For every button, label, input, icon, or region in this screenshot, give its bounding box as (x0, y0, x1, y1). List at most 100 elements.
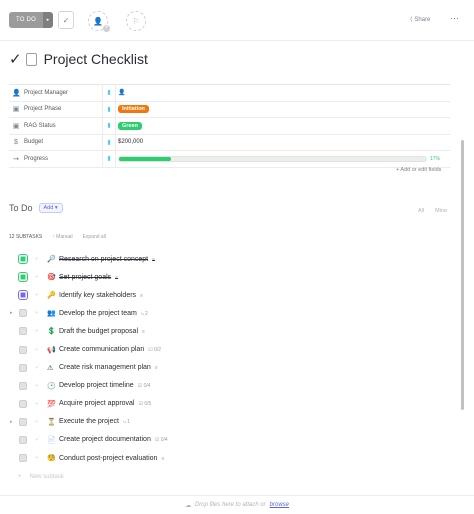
list-item[interactable]: ▸ ⑂ ⏳ Execute the project ⤷ 1 (0, 413, 460, 431)
task-name-text: Develop the project team (59, 309, 137, 317)
task-name[interactable]: Acquire project approval ☑ 0/5 (59, 400, 151, 407)
mark-complete-button[interactable]: ✓ (58, 11, 74, 29)
assignee-button[interactable]: 👤 + (88, 11, 110, 32)
status-square-icon[interactable] (19, 345, 27, 354)
checkbox-icon[interactable] (25, 52, 37, 66)
list-item[interactable]: ⑂ 💯 Acquire project approval ☑ 0/5 (0, 395, 460, 413)
subtask-branch-icon: ⑂ (35, 436, 39, 443)
task-name[interactable]: Create risk management plan ≡ (59, 364, 158, 371)
list-item[interactable]: ⑂ 🕑 Develop project timeline ☑ 0/4 (0, 377, 460, 395)
more-options-icon[interactable]: ⋯ (450, 13, 459, 24)
new-subtask-row[interactable]: + New subtask (18, 474, 64, 480)
next-status-arrow-icon[interactable]: ▸ (43, 12, 53, 28)
status-square-icon[interactable] (19, 363, 27, 372)
status-square-icon[interactable] (19, 273, 27, 282)
task-emoji-icon: ⚠ (47, 364, 54, 372)
task-emoji-icon: 🔑 (47, 292, 56, 300)
task-name[interactable]: Set project goals ≡ (59, 274, 118, 281)
share-button[interactable]: ⟨ Share (410, 16, 431, 24)
status-button[interactable]: TO DO ▸ (9, 12, 53, 28)
browse-link[interactable]: browse (270, 502, 289, 508)
task-emoji-icon: 💯 (47, 400, 56, 408)
status-square-icon[interactable] (19, 417, 27, 426)
list-item[interactable]: ⑂ 📄 Create project documentation ☑ 0/4 (0, 431, 460, 449)
sort-manual-button[interactable]: ↑ Manual (52, 234, 72, 240)
field-value-cell[interactable]: $200,000 (115, 134, 450, 150)
subtask-branch-icon: ⑂ (35, 364, 39, 371)
task-name-text: Create risk management plan (59, 364, 151, 372)
add-edit-fields-link[interactable]: + Add or edit fields (396, 167, 441, 173)
task-name[interactable]: Create communication plan ☑ 0/2 (59, 346, 161, 353)
field-name-cell: ⇝ Progress (9, 151, 103, 167)
field-info-icon: ▮ (107, 156, 111, 163)
expand-icon[interactable]: ▸ (10, 419, 13, 425)
page-title[interactable]: Project Checklist (44, 51, 148, 67)
status-label[interactable]: TO DO (9, 12, 43, 28)
field-value-cell[interactable]: Green (115, 118, 450, 134)
field-info-icon: ▮ (107, 106, 111, 113)
task-name[interactable]: Develop the project team ⤷ 2 (59, 310, 148, 317)
progress-fill (119, 156, 172, 161)
subtask-branch-icon: ⑂ (35, 418, 39, 425)
status-square-icon[interactable] (19, 291, 27, 300)
expand-all-button[interactable]: Expand all (83, 234, 106, 240)
status-square-icon[interactable] (19, 255, 27, 264)
field-name: Project Manager (24, 89, 69, 96)
status-square-icon[interactable] (19, 435, 27, 444)
task-meta: ≡ (140, 292, 143, 299)
list-item[interactable]: ⑂ ⚠ Create risk management plan ≡ (0, 359, 460, 377)
list-item[interactable]: ⑂ 💲 Draft the budget proposal ≡ (0, 322, 460, 340)
task-meta: ⤷ 2 (140, 310, 148, 317)
list-item[interactable]: ⑂ 📢 Create communication plan ☑ 0/2 (0, 340, 460, 358)
subtask-branch-icon: ⑂ (35, 382, 39, 389)
task-emoji-icon: 🔎 (47, 256, 56, 264)
task-name[interactable]: Execute the project ⤷ 1 (59, 418, 130, 425)
field-value[interactable]: $200,000 (118, 139, 143, 145)
field-pill[interactable]: Green (118, 121, 142, 130)
custom-fields-table: 👤 Project Manager ▮ 👤 ▣ Project Phase ▮ Initiat… (9, 84, 450, 168)
share-icon: ⟨ (410, 17, 413, 23)
field-row: ▣ RAG Status ▮ Green (9, 118, 450, 135)
task-name[interactable]: Develop project timeline ☑ 0/4 (59, 382, 151, 389)
priority-button[interactable]: ⚐ (126, 11, 146, 31)
task-name[interactable]: Draft the budget proposal ≡ (59, 328, 145, 335)
field-name: Project Phase (24, 106, 62, 113)
field-pill[interactable]: Initiation (118, 105, 149, 114)
list-item[interactable]: ⑂ 🧐 Conduct post-project evaluation ≡ (0, 449, 460, 467)
new-subtask-input[interactable]: New subtask (30, 474, 64, 480)
task-emoji-icon: 📢 (47, 346, 56, 354)
cloud-upload-icon: ☁ (184, 502, 191, 509)
status-square-icon[interactable] (19, 381, 27, 390)
add-button[interactable]: Add ▾ (38, 203, 63, 213)
list-item[interactable]: ⑂ 🔑 Identify key stakeholders ≡ (0, 286, 460, 304)
task-emoji-icon: 📄 (47, 436, 56, 444)
field-value-cell[interactable]: 👤 (115, 85, 450, 101)
task-name[interactable]: Conduct post-project evaluation ≡ (59, 455, 164, 462)
task-name[interactable]: Identify key stakeholders ≡ (59, 292, 143, 299)
scrollbar[interactable] (461, 140, 464, 410)
status-square-icon[interactable] (19, 327, 27, 336)
filter-mine[interactable]: Mine (435, 208, 447, 214)
task-name-text: Draft the budget proposal (59, 327, 138, 335)
status-square-icon[interactable] (19, 454, 27, 463)
field-info-icon: ▮ (107, 90, 111, 97)
task-name[interactable]: Research on project concept ≡ (59, 256, 155, 263)
field-value-cell[interactable]: 17% (115, 151, 450, 167)
subtask-branch-icon: ⑂ (35, 328, 39, 335)
task-meta: ≡ (154, 365, 158, 372)
list-item[interactable]: ⑂ 🎯 Set project goals ≡ (0, 268, 460, 286)
share-label: Share (414, 16, 431, 23)
field-name: Progress (24, 155, 49, 162)
list-item[interactable]: ▸ ⑂ 👥 Develop the project team ⤷ 2 (0, 304, 460, 322)
field-type-icon: ⇝ (13, 155, 19, 163)
status-square-icon[interactable] (19, 399, 27, 408)
task-name[interactable]: Create project documentation ☑ 0/4 (59, 436, 168, 443)
status-square-icon[interactable] (19, 309, 27, 318)
list-item[interactable]: ⑂ 🔎 Research on project concept ≡ (0, 250, 460, 268)
file-drop-zone[interactable]: ☁ Drop files here to attach or browse (0, 495, 474, 514)
expand-icon[interactable]: ▸ (10, 310, 13, 316)
field-value-cell[interactable]: Initiation (115, 101, 450, 117)
empty-avatar-icon[interactable]: 👤 (118, 89, 125, 96)
filter-all[interactable]: All (418, 208, 424, 214)
field-row: 👤 Project Manager ▮ 👤 (9, 85, 450, 102)
